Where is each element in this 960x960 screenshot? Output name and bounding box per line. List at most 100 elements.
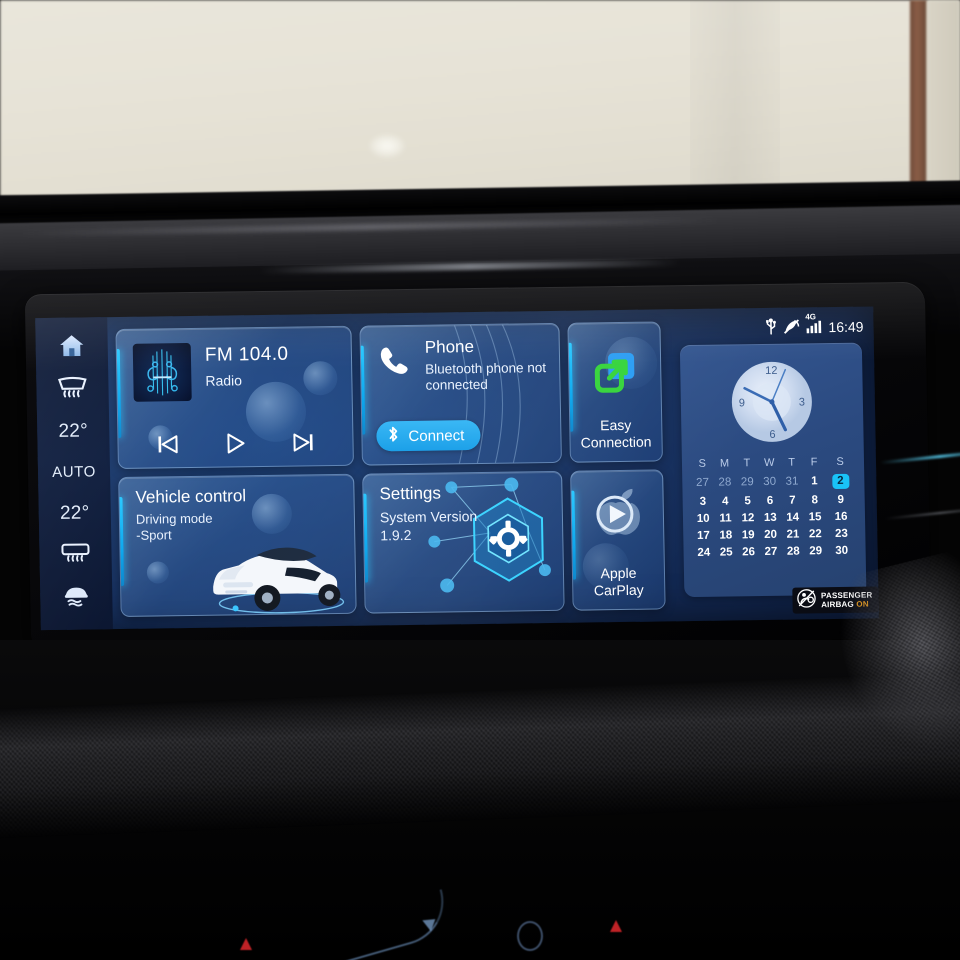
calendar-day-cell[interactable]: 12 [737, 509, 760, 526]
bokeh [146, 561, 170, 584]
calendar-day-cell[interactable]: 27 [691, 473, 714, 493]
home-tiles-grid: FM 104.0 Radio Phone Bluetooth phone not… [115, 321, 666, 618]
tile-easy-connection[interactable]: Easy Connection [567, 321, 663, 463]
apple-carplay-label-line1: Apple [600, 564, 637, 582]
calendar-day-cell[interactable]: 7 [781, 491, 804, 508]
calendar-day-cell[interactable]: 18 [715, 526, 738, 543]
album-art [132, 343, 192, 402]
settings-detail: System Version 1.9.2 [380, 507, 478, 544]
calendar-day-cell[interactable]: 6 [759, 492, 782, 509]
gps-off-icon [783, 318, 800, 337]
status-bar: 4G 16:49 [764, 312, 864, 338]
photo-scene: 22° AUTO 22° FM 104.0 Radio Phone Blueto… [0, 0, 960, 960]
tile-accent-bar [115, 349, 122, 438]
calendar-day-cell[interactable]: 26 [737, 543, 760, 560]
white-suv-illustration [213, 547, 345, 614]
radio-source-label: Radio [205, 372, 243, 389]
calendar-weekday-3: W [763, 456, 775, 470]
sidebar-item-auto[interactable]: AUTO [46, 455, 103, 490]
calendar-body: 27 28 29 30 31 1 2 3 4 5 6 7 8 9 10 11 12 13 14 15 16 17 18 19 2… [691, 471, 857, 561]
easy-connection-label-line1: Easy [600, 416, 632, 434]
passenger-temp-label: 22° [59, 502, 90, 525]
calendar-day-cell[interactable]: 23 [826, 525, 856, 542]
calendar-weekday-6: S [836, 455, 844, 468]
easy-connection-label: Easy Connection [570, 416, 662, 451]
tile-accent-bar [359, 345, 366, 435]
signal-bars-icon: 4G [805, 312, 822, 336]
rear-defrost-icon [59, 542, 91, 569]
calendar-day-cell[interactable]: 4 [714, 492, 737, 509]
calendar-day-cell[interactable]: 10 [692, 510, 715, 527]
previous-track-button[interactable] [155, 433, 179, 455]
calendar-day-cell[interactable]: 16 [826, 508, 856, 525]
calendar-day-cell[interactable]: 14 [781, 508, 804, 525]
bokeh [303, 360, 338, 396]
calendar-day-cell[interactable]: 30 [758, 472, 781, 492]
connect-button-label: Connect [408, 426, 465, 445]
calendar-day-cell[interactable]: 22 [804, 525, 827, 542]
easy-connection-label-line2: Connection [580, 433, 652, 451]
calendar-day-cell[interactable]: 11 [714, 509, 737, 526]
connect-button[interactable]: Connect [376, 419, 481, 452]
infotainment-screen-bezel: 22° AUTO 22° FM 104.0 Radio Phone Blueto… [24, 281, 932, 651]
tile-settings[interactable]: Settings System Version 1.9.2 [362, 470, 565, 614]
calendar-day-cell[interactable]: 8 [803, 491, 826, 508]
calendar-day-cell[interactable]: 31 [781, 471, 804, 491]
sidebar-item-front-defrost[interactable] [44, 372, 101, 407]
clock-marker-6: 6 [769, 429, 775, 441]
wall-light-glow [370, 135, 404, 157]
calendar-day-cell[interactable]: 9 [826, 491, 856, 508]
calendar-day-cell[interactable]: 17 [692, 527, 715, 544]
calendar-day-cell[interactable]: 28 [714, 472, 737, 492]
tile-phone[interactable]: Phone Bluetooth phone not connected Conn… [359, 322, 562, 466]
calendar-day-cell[interactable]: 5 [736, 492, 759, 509]
next-track-button[interactable] [291, 431, 315, 453]
calendar-day-cell[interactable]: 24 [692, 544, 715, 561]
clock-marker-3: 3 [799, 396, 805, 408]
bluetooth-icon [386, 425, 399, 447]
calendar-day-cell[interactable]: 15 [804, 508, 827, 525]
sidebar-item-driver-temp[interactable]: 22° [45, 414, 102, 449]
home-icon [57, 333, 86, 364]
sidebar-item-home[interactable] [43, 331, 100, 366]
calendar-day-cell[interactable]: 29 [736, 472, 759, 492]
climate-sidebar: 22° AUTO 22° [35, 317, 113, 631]
tile-apple-carplay[interactable]: Apple CarPlay [570, 469, 666, 611]
wall-seam [690, 0, 780, 190]
tile-vehicle-control[interactable]: Vehicle control Driving mode -Sport [118, 473, 357, 618]
auto-label: AUTO [51, 463, 97, 482]
calendar-day-cell[interactable]: 2 [825, 471, 855, 491]
sidebar-item-passenger-temp[interactable]: 22° [47, 497, 104, 532]
sidebar-item-rear-defrost[interactable] [47, 538, 104, 573]
front-defrost-icon [55, 375, 90, 404]
calendar-day-cell[interactable]: 19 [737, 526, 760, 543]
calendar-day-cell[interactable]: 21 [782, 525, 805, 542]
apple-carplay-label-line2: CarPlay [593, 581, 644, 599]
clock-marker-9: 9 [739, 397, 745, 409]
wall-post-side [927, 0, 960, 196]
usb-icon [764, 318, 777, 338]
clock-calendar-widget[interactable]: 12 3 6 9 SMTWTFS 27 28 29 30 31 1 2 3 4 … [679, 342, 867, 598]
calendar-day-cell[interactable]: 1 [803, 471, 826, 491]
calendar-day-cell[interactable]: 27 [760, 543, 783, 560]
calendar-day-cell[interactable]: 29 [804, 542, 827, 559]
tile-radio[interactable]: FM 104.0 Radio [115, 325, 354, 470]
infotainment-display[interactable]: 22° AUTO 22° FM 104.0 Radio Phone Blueto… [35, 306, 879, 631]
calendar-day-cell[interactable]: 30 [827, 542, 857, 559]
status-time: 16:49 [828, 318, 864, 336]
phone-status: Bluetooth phone not connected [425, 360, 547, 393]
calendar-day-cell[interactable]: 28 [782, 542, 805, 559]
calendar-week-row: 27 28 29 30 31 1 2 [691, 471, 855, 493]
calendar-day-cell[interactable]: 13 [759, 509, 782, 526]
apple-carplay-label: Apple CarPlay [573, 564, 665, 599]
radio-transport-controls [118, 431, 352, 456]
tile-accent-bar [118, 497, 125, 586]
calendar-weekday-0: S [698, 457, 706, 470]
calendar-day-cell[interactable]: 3 [692, 493, 715, 510]
play-button[interactable] [223, 432, 247, 454]
driver-temp-label: 22° [58, 419, 89, 442]
calendar-day-cell[interactable]: 20 [759, 526, 782, 543]
reflection-red-marker [240, 938, 252, 950]
sidebar-item-traction-control[interactable] [48, 579, 105, 614]
calendar-day-cell[interactable]: 25 [715, 543, 738, 560]
